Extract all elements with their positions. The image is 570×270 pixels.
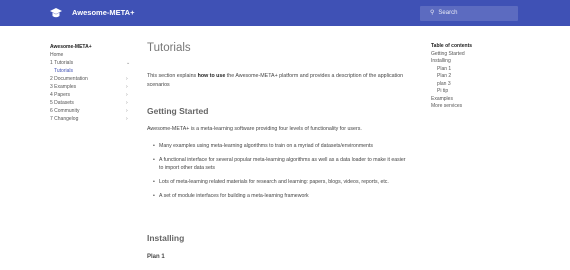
- search-placeholder: Search: [438, 10, 458, 16]
- nav-item-label: 4 Papers: [50, 92, 71, 98]
- nav-item-examples[interactable]: 3 Examples ›: [50, 83, 140, 91]
- toc-item-plan-2[interactable]: Plan 2: [431, 73, 541, 81]
- nav-item-tutorials[interactable]: Tutorials: [50, 67, 140, 75]
- nav-item-documentation[interactable]: 2 Documentation ›: [50, 75, 140, 83]
- getting-started-heading: Getting Started: [147, 106, 209, 116]
- nav-title: Awesome-META+: [50, 44, 92, 50]
- chevron-right-icon[interactable]: ›: [126, 99, 128, 107]
- toc-item-plan-1[interactable]: Plan 1: [431, 66, 541, 74]
- nav-item-label: 3 Examples: [50, 84, 77, 90]
- nav-item-changelog[interactable]: 7 Changelog ›: [50, 115, 140, 123]
- intro-text-bold: how to use: [197, 73, 226, 79]
- nav-item-label: Home: [50, 52, 64, 58]
- nav-item-label: 6 Community: [50, 108, 80, 114]
- left-navigation: Awesome-META+ Home 1 Tutorials ⌄ Tutorial…: [50, 43, 140, 123]
- nav-item-home[interactable]: Home: [50, 51, 140, 59]
- chevron-right-icon[interactable]: ›: [126, 75, 128, 83]
- plan-1-heading: Plan 1: [147, 254, 165, 260]
- toc-item-getting-started[interactable]: Getting Started: [431, 51, 541, 59]
- toc-item-examples[interactable]: Examples: [431, 96, 541, 104]
- chevron-right-icon[interactable]: ›: [126, 91, 128, 99]
- feature-list: Many examples using meta-learning algori…: [153, 142, 408, 206]
- installing-heading: Installing: [147, 233, 185, 243]
- chevron-right-icon[interactable]: ›: [126, 107, 128, 115]
- search-input[interactable]: ⚲ Search: [420, 6, 518, 21]
- nav-item-tutorials-section[interactable]: 1 Tutorials ⌄: [50, 59, 140, 67]
- chevron-right-icon[interactable]: ›: [126, 83, 128, 91]
- search-icon: ⚲: [430, 10, 435, 16]
- toc-item-plan-3[interactable]: plan 3: [431, 81, 541, 89]
- intro-text-start: This section explains: [147, 73, 198, 79]
- nav-item-label: 1 Tutorials: [50, 60, 74, 66]
- list-item: Many examples using meta-learning algori…: [153, 142, 408, 150]
- nav-item-label: 7 Changelog: [50, 116, 79, 122]
- chevron-right-icon[interactable]: ›: [126, 115, 128, 123]
- toc-item-more-services[interactable]: More services: [431, 103, 541, 111]
- top-header-bar: Awesome-META+ ⚲ Search: [0, 0, 570, 26]
- nav-item-label: 2 Documentation: [50, 76, 88, 82]
- toc-item-pi-tip[interactable]: Pi tip: [431, 88, 541, 96]
- intro-paragraph: This section explains how to use the Awe…: [147, 72, 412, 90]
- nav-item-label: 5 Datasets: [50, 100, 74, 106]
- toc-title: Table of contents: [431, 43, 473, 49]
- search-label: ⚲ Search: [430, 9, 457, 16]
- list-item: A set of module interfaces for building …: [153, 192, 408, 200]
- nav-item-label: Tutorials: [54, 68, 73, 74]
- nav-item-community[interactable]: 6 Community ›: [50, 107, 140, 115]
- nav-item-datasets[interactable]: 5 Datasets ›: [50, 99, 140, 107]
- site-title[interactable]: Awesome-META+: [72, 8, 134, 17]
- getting-started-text: Awesome-META+ is a meta-learning softwar…: [147, 126, 362, 132]
- list-item: Lots of meta-learning related materials …: [153, 178, 408, 186]
- table-of-contents: Table of contents Getting Started Instal…: [431, 43, 541, 111]
- graduation-cap-icon[interactable]: [50, 8, 62, 19]
- list-item: A functional interface for several popul…: [153, 156, 408, 172]
- chevron-down-icon[interactable]: ⌄: [126, 59, 130, 67]
- toc-item-installing[interactable]: Installing: [431, 58, 541, 66]
- nav-item-papers[interactable]: 4 Papers ›: [50, 91, 140, 99]
- page-title: Tutorials: [147, 42, 191, 54]
